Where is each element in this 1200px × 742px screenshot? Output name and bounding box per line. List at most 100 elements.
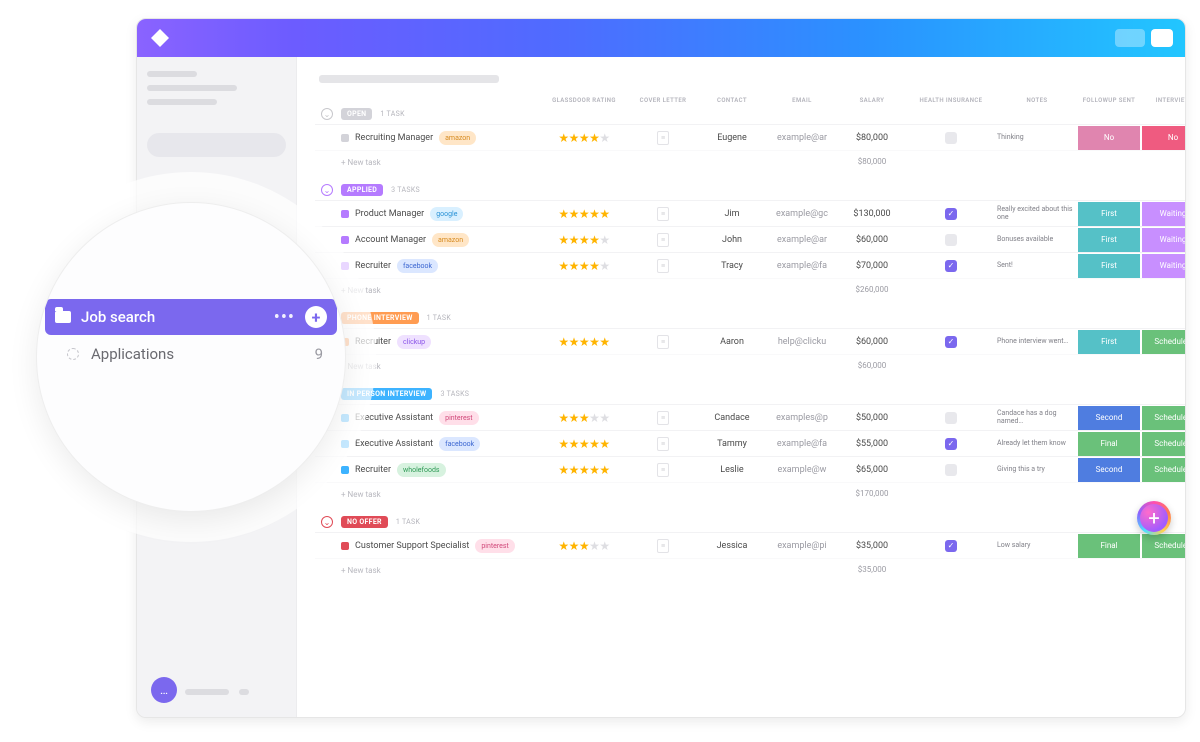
cell-followup[interactable]: First: [1078, 254, 1140, 278]
topbar-action-2[interactable]: [1151, 29, 1173, 47]
task-row[interactable]: Product Manager google ★★★★★ ≡ Jim examp…: [315, 200, 1185, 226]
collapse-icon[interactable]: ⌄: [321, 516, 333, 528]
cover-letter-icon[interactable]: ≡: [657, 411, 669, 425]
create-fab[interactable]: +: [1137, 501, 1171, 535]
cell-followup[interactable]: Second: [1078, 458, 1140, 482]
company-tag[interactable]: pinterest: [475, 539, 514, 553]
column-header[interactable]: SALARY: [839, 97, 905, 104]
column-header[interactable]: EMAIL: [765, 97, 839, 104]
cell-interview[interactable]: Waiting: [1142, 202, 1185, 226]
collapse-icon[interactable]: ⌄: [321, 108, 333, 120]
cell-rating[interactable]: ★★★★★: [541, 411, 627, 425]
cover-letter-icon[interactable]: ≡: [657, 335, 669, 349]
cell-interview[interactable]: Waiting: [1142, 254, 1185, 278]
cell-interview[interactable]: Scheduled: [1142, 458, 1185, 482]
cell-interview[interactable]: Scheduled: [1142, 534, 1185, 558]
company-tag[interactable]: wholefoods: [397, 463, 446, 477]
health-insurance-checkbox[interactable]: [945, 412, 957, 424]
new-task-button[interactable]: + New task: [341, 362, 541, 371]
cell-rating[interactable]: ★★★★★: [541, 539, 627, 553]
status-pill[interactable]: PHONE INTERVIEW: [341, 312, 419, 324]
health-insurance-checkbox[interactable]: [945, 464, 957, 476]
cell-followup[interactable]: Final: [1078, 534, 1140, 558]
cell-interview[interactable]: Scheduled: [1142, 406, 1185, 430]
cell-notes[interactable]: Sent!: [997, 262, 1077, 270]
company-tag[interactable]: amazon: [439, 131, 476, 145]
company-tag[interactable]: google: [430, 207, 463, 221]
column-header[interactable]: HEALTH INSURANCE: [905, 97, 997, 104]
status-pill[interactable]: OPEN: [341, 108, 372, 120]
company-tag[interactable]: facebook: [397, 259, 438, 273]
cell-notes[interactable]: Bonuses available: [997, 236, 1077, 244]
company-tag[interactable]: amazon: [432, 233, 469, 247]
cell-notes[interactable]: Low salary: [997, 542, 1077, 550]
cell-notes[interactable]: Giving this a try: [997, 466, 1077, 474]
health-insurance-checkbox[interactable]: [945, 132, 957, 144]
task-row[interactable]: Executive Assistant facebook ★★★★★ ≡ Tam…: [315, 430, 1185, 456]
cell-interview[interactable]: Waiting: [1142, 228, 1185, 252]
column-header[interactable]: CONTACT: [699, 97, 765, 104]
new-task-button[interactable]: + New task: [341, 566, 541, 575]
cell-followup[interactable]: No: [1078, 126, 1140, 150]
add-list-icon[interactable]: +: [305, 306, 327, 328]
cover-letter-icon[interactable]: ≡: [657, 131, 669, 145]
cell-followup[interactable]: Second: [1078, 406, 1140, 430]
task-row[interactable]: Executive Assistant pinterest ★★★★★ ≡ Ca…: [315, 404, 1185, 430]
health-insurance-checkbox[interactable]: ✓: [945, 540, 957, 552]
cell-notes[interactable]: Candace has a dog named…: [997, 410, 1077, 425]
column-header[interactable]: NOTES: [997, 97, 1077, 104]
task-row[interactable]: Recruiter wholefoods ★★★★★ ≡ Leslie exam…: [315, 456, 1185, 482]
collapse-icon[interactable]: ⌄: [321, 184, 333, 196]
cover-letter-icon[interactable]: ≡: [657, 233, 669, 247]
health-insurance-checkbox[interactable]: ✓: [945, 336, 957, 348]
health-insurance-checkbox[interactable]: ✓: [945, 208, 957, 220]
column-header[interactable]: GLASSDOOR RATING: [541, 97, 627, 104]
health-insurance-checkbox[interactable]: [945, 234, 957, 246]
cover-letter-icon[interactable]: ≡: [657, 259, 669, 273]
column-header[interactable]: INTERVIEW: [1141, 97, 1185, 104]
company-tag[interactable]: clickup: [397, 335, 431, 349]
cell-interview[interactable]: No: [1142, 126, 1185, 150]
task-row[interactable]: Recruiter clickup ★★★★★ ≡ Aaron help@cli…: [315, 328, 1185, 354]
cell-rating[interactable]: ★★★★★: [541, 335, 627, 349]
cell-followup[interactable]: First: [1078, 330, 1140, 354]
cell-rating[interactable]: ★★★★★: [541, 259, 627, 273]
cell-interview[interactable]: Scheduled: [1142, 330, 1185, 354]
cover-letter-icon[interactable]: ≡: [657, 437, 669, 451]
cell-notes[interactable]: Really excited about this one: [997, 206, 1077, 221]
task-row[interactable]: Recruiting Manager amazon ★★★★★ ≡ Eugene…: [315, 124, 1185, 150]
task-row[interactable]: Account Manager amazon ★★★★★ ≡ John exam…: [315, 226, 1185, 252]
topbar-action-1[interactable]: [1115, 29, 1145, 47]
cover-letter-icon[interactable]: ≡: [657, 463, 669, 477]
column-header[interactable]: COVER LETTER: [627, 97, 699, 104]
cell-rating[interactable]: ★★★★★: [541, 233, 627, 247]
task-row[interactable]: Customer Support Specialist pinterest ★★…: [315, 532, 1185, 558]
cell-notes[interactable]: Already let them know: [997, 440, 1077, 448]
cell-rating[interactable]: ★★★★★: [541, 437, 627, 451]
new-task-button[interactable]: + New task: [341, 490, 541, 499]
health-insurance-checkbox[interactable]: ✓: [945, 260, 957, 272]
cell-notes[interactable]: Phone interview went…: [997, 338, 1077, 346]
new-task-button[interactable]: + New task: [341, 158, 541, 167]
more-icon[interactable]: •••: [274, 307, 295, 328]
cover-letter-icon[interactable]: ≡: [657, 207, 669, 221]
sidebar-search[interactable]: [147, 133, 286, 157]
cell-notes[interactable]: Thinking: [997, 134, 1077, 142]
chat-icon[interactable]: [151, 677, 177, 703]
cell-followup[interactable]: Final: [1078, 432, 1140, 456]
status-pill[interactable]: NO OFFER: [341, 516, 388, 528]
sidebar-list-applications[interactable]: Applications 9: [45, 335, 337, 363]
company-tag[interactable]: pinterest: [439, 411, 478, 425]
column-header[interactable]: [341, 97, 541, 104]
cell-followup[interactable]: First: [1078, 202, 1140, 226]
company-tag[interactable]: facebook: [439, 437, 480, 451]
column-header[interactable]: FOLLOWUP SENT: [1077, 97, 1141, 104]
new-task-button[interactable]: + New task: [341, 286, 541, 295]
cell-interview[interactable]: Scheduled: [1142, 432, 1185, 456]
cell-rating[interactable]: ★★★★★: [541, 207, 627, 221]
cell-rating[interactable]: ★★★★★: [541, 131, 627, 145]
cover-letter-icon[interactable]: ≡: [657, 539, 669, 553]
sidebar-folder-job-search[interactable]: Job search ••• +: [45, 299, 337, 335]
status-pill[interactable]: IN PERSON INTERVIEW: [341, 388, 432, 400]
status-pill[interactable]: APPLIED: [341, 184, 383, 196]
